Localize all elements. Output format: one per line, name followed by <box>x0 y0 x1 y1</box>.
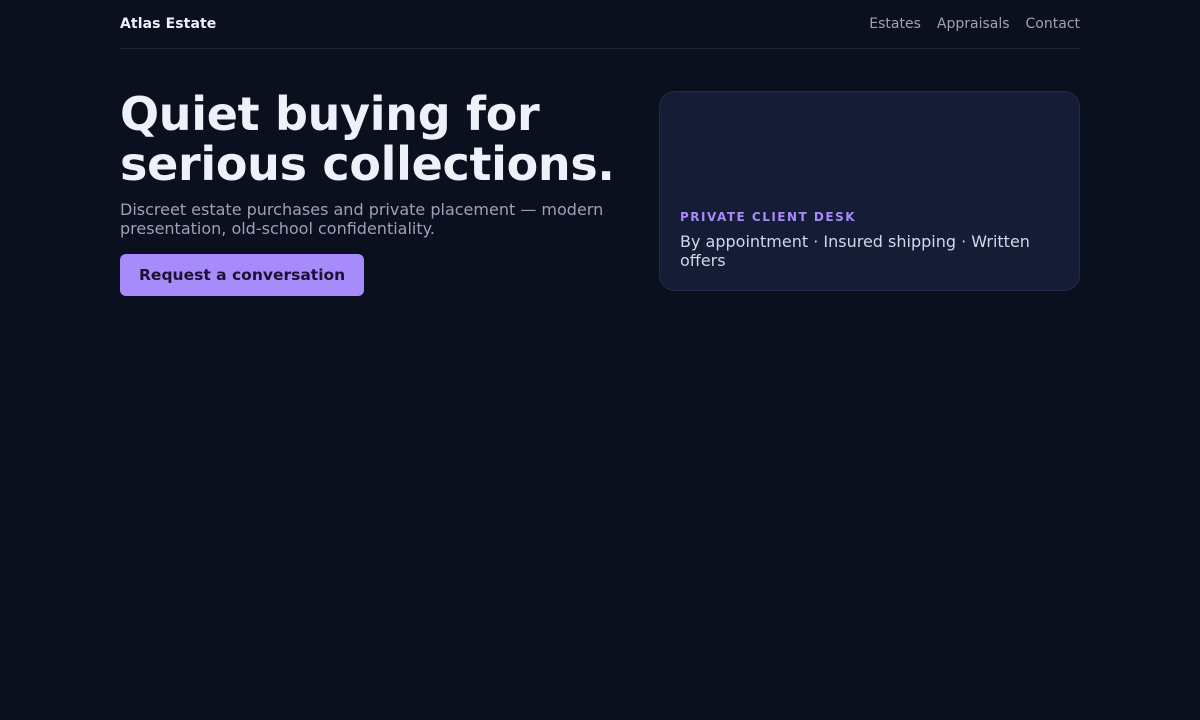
card-text: By appointment · Insured shipping · Writ… <box>680 232 1030 270</box>
nav-link-appraisals[interactable]: Appraisals <box>937 16 1010 32</box>
top-navigation: Atlas Estate Estates Appraisals Contact <box>120 0 1080 49</box>
brand-logo-link[interactable]: Atlas Estate <box>120 16 216 32</box>
page-container: Atlas Estate Estates Appraisals Contact … <box>120 0 1080 349</box>
nav-link-contact[interactable]: Contact <box>1026 16 1080 32</box>
nav-link-estates[interactable]: Estates <box>869 16 921 32</box>
hero-section: Quiet buying for serious collections. Di… <box>120 49 1080 349</box>
card-eyebrow: PRIVATE CLIENT DESK <box>680 210 857 224</box>
private-client-card: PRIVATE CLIENT DESK By appointment · Ins… <box>659 91 1080 291</box>
hero-subtitle: Discreet estate purchases and private pl… <box>120 200 604 238</box>
hero-title: Quiet buying for serious collections. <box>120 87 615 191</box>
request-conversation-button[interactable]: Request a conversation <box>120 254 365 296</box>
hero-copy: Quiet buying for serious collections. Di… <box>120 89 620 296</box>
main-nav: Estates Appraisals Contact <box>869 16 1080 32</box>
